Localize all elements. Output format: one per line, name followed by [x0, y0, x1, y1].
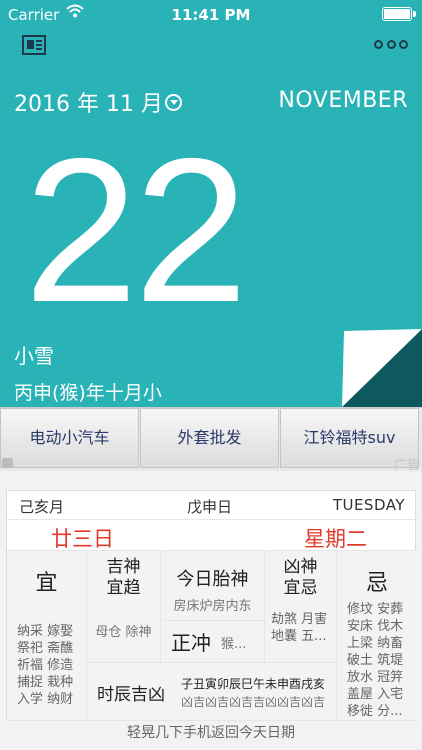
list-item: 破土 筑堤 [347, 653, 404, 668]
ji-title: 忌 [365, 571, 388, 596]
yi-cell[interactable]: 宜 纳采 嫁娶 祭祀 斋醮 祈福 修造 捕捉 栽种 入学 纳财 [7, 551, 87, 721]
shichen-cell[interactable]: 时辰吉凶 子丑寅卯辰巳午未申酉戌亥 凶吉凶吉凶吉吉凶凶吉凶吉 [87, 663, 337, 721]
list-item: 祈福 修造 [17, 658, 74, 673]
zhengchong-title: 正冲 [171, 631, 211, 655]
shichen-title: 时辰吉凶 [97, 685, 165, 705]
chevron-down-icon[interactable] [164, 93, 182, 111]
lunar-date: 丙申(猴)年十月小 [14, 382, 162, 404]
lunar-weekday-row: 廿三日 星期二 [7, 519, 417, 551]
yi-list: 纳采 嫁娶 祭祀 斋醮 祈福 修造 捕捉 栽种 入学 纳财 [17, 623, 73, 708]
ad-item-1[interactable]: 电动小汽车 [0, 408, 139, 468]
ad-banner: 电动小汽车 外套批发 江铃福特suv 广告 [0, 407, 422, 473]
jishen-title: 吉神 [106, 557, 141, 577]
xiongshen-title: 凶神 [283, 557, 318, 577]
taishen-desc: 房床炉房内东 [173, 599, 252, 614]
list-item: 入学 纳财 [17, 692, 74, 707]
battery-icon [382, 7, 416, 21]
zhengchong-cell[interactable]: 正冲 猴... [161, 621, 265, 663]
weekday-english: TUESDAY [332, 496, 405, 514]
almanac-card: 己亥月 戊申日 TUESDAY 廿三日 星期二 宜 纳采 嫁娶 祭祀 斋醮 祈福… [6, 490, 417, 721]
jishen-subtitle: 宜趋 [106, 578, 141, 598]
ad-paw-icon [2, 458, 13, 468]
ganzhi-row: 己亥月 戊申日 TUESDAY [7, 491, 417, 519]
year-month-label: 2016 年 11 月 [14, 92, 163, 117]
list-item: 捕捉 栽种 [17, 675, 74, 690]
ad-label: 广告 [393, 458, 420, 473]
ji-cell[interactable]: 忌 修坟 安葬 安床 伐木 上梁 纳畜 破土 筑堤 放水 冠笄 盖屋 入宅 移徙… [337, 551, 417, 721]
almanac-grid: 宜 纳采 嫁娶 祭祀 斋醮 祈福 修造 捕捉 栽种 入学 纳财 吉神 宜趋 母仓… [7, 551, 417, 721]
list-item: 地囊 五... [271, 629, 327, 644]
weekday-chinese: 星期二 [304, 527, 367, 551]
shake-hint: 轻晃几下手机返回今天日期 [127, 725, 295, 741]
solar-term: 小雪 [14, 344, 54, 368]
xiongshen-list: 劫煞 月害 地囊 五... [271, 611, 327, 645]
day-ganzhi: 戊申日 [187, 498, 233, 516]
news-icon[interactable] [22, 35, 46, 55]
list-item: 纳采 嫁娶 [17, 624, 74, 639]
jishen-items: 母仓 除神 [95, 625, 152, 640]
list-item: 移徙 分... [347, 704, 403, 719]
xiongshen-cell[interactable]: 凶神 宜忌 劫煞 月害 地囊 五... [265, 551, 337, 663]
list-item: 安床 伐木 [347, 619, 404, 634]
list-item: 劫煞 月害 [271, 612, 328, 627]
shichen-branches: 子丑寅卯辰巳午未申酉戌亥 [181, 677, 326, 691]
list-item: 盖屋 入宅 [347, 687, 404, 702]
page-curl-icon[interactable] [342, 329, 422, 407]
year-month-selector[interactable]: 2016 年 11 月 [14, 86, 182, 118]
list-item: 放水 冠笄 [347, 670, 404, 685]
day-number: 22 [24, 116, 248, 345]
taishen-title: 今日胎神 [176, 569, 249, 590]
more-options-icon[interactable] [374, 40, 408, 52]
taishen-cell[interactable]: 今日胎神 房床炉房内东 [161, 551, 265, 621]
month-english: NOVEMBER [278, 88, 408, 113]
ad-item-2[interactable]: 外套批发 [140, 408, 279, 468]
status-bar: Carrier 11:41 PM [0, 0, 422, 30]
status-time: 11:41 PM [171, 6, 251, 24]
list-item: 上梁 纳畜 [347, 636, 404, 651]
jishen-cell[interactable]: 吉神 宜趋 母仓 除神 [87, 551, 161, 663]
list-item: 修坟 安葬 [347, 602, 404, 617]
shichen-fortunes: 凶吉凶吉凶吉吉凶凶吉凶吉 [181, 695, 326, 709]
zhengchong-desc: 猴... [221, 637, 247, 652]
calendar-header: Carrier 11:41 PM 2016 年 11 月 NOVEMBER 22… [0, 0, 422, 407]
month-ganzhi: 己亥月 [19, 498, 65, 516]
lunar-day: 廿三日 [51, 527, 114, 551]
ji-list: 修坟 安葬 安床 伐木 上梁 纳畜 破土 筑堤 放水 冠笄 盖屋 入宅 移徙 分… [347, 601, 403, 720]
list-item: 祭祀 斋醮 [17, 641, 74, 656]
xiongshen-subtitle: 宜忌 [283, 578, 318, 598]
yi-title: 宜 [35, 571, 58, 596]
